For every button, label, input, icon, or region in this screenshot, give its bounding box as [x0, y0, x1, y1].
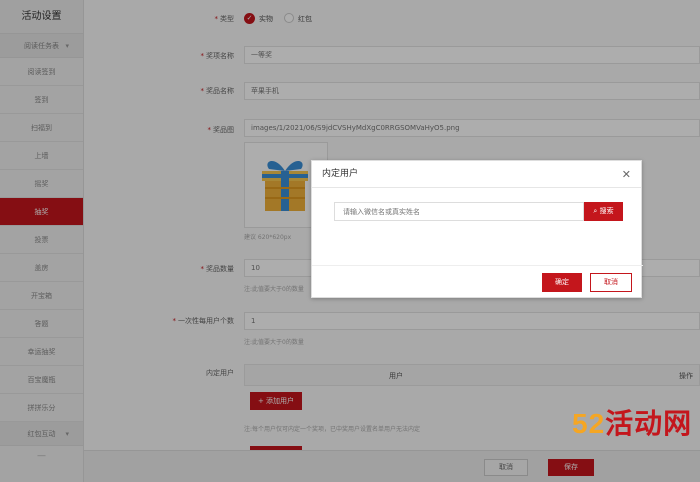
dialog-title: 内定用户: [322, 169, 359, 179]
internal-user-dialog: 内定用户 ✕ ⌕ 搜索 确定 取消: [311, 160, 643, 298]
search-button[interactable]: ⌕ 搜索: [584, 202, 623, 221]
cancel-button[interactable]: 取消: [590, 273, 632, 292]
search-icon: ⌕: [593, 207, 598, 215]
watermark-logo: 52活动网: [572, 402, 692, 442]
watermark-number: 52: [572, 408, 606, 439]
confirm-button[interactable]: 确定: [542, 273, 582, 292]
search-input[interactable]: [334, 202, 584, 221]
close-icon[interactable]: ✕: [622, 161, 631, 188]
dialog-header: 内定用户 ✕: [312, 161, 641, 188]
dialog-divider: [312, 265, 643, 266]
watermark-text: 活动网: [605, 408, 693, 439]
